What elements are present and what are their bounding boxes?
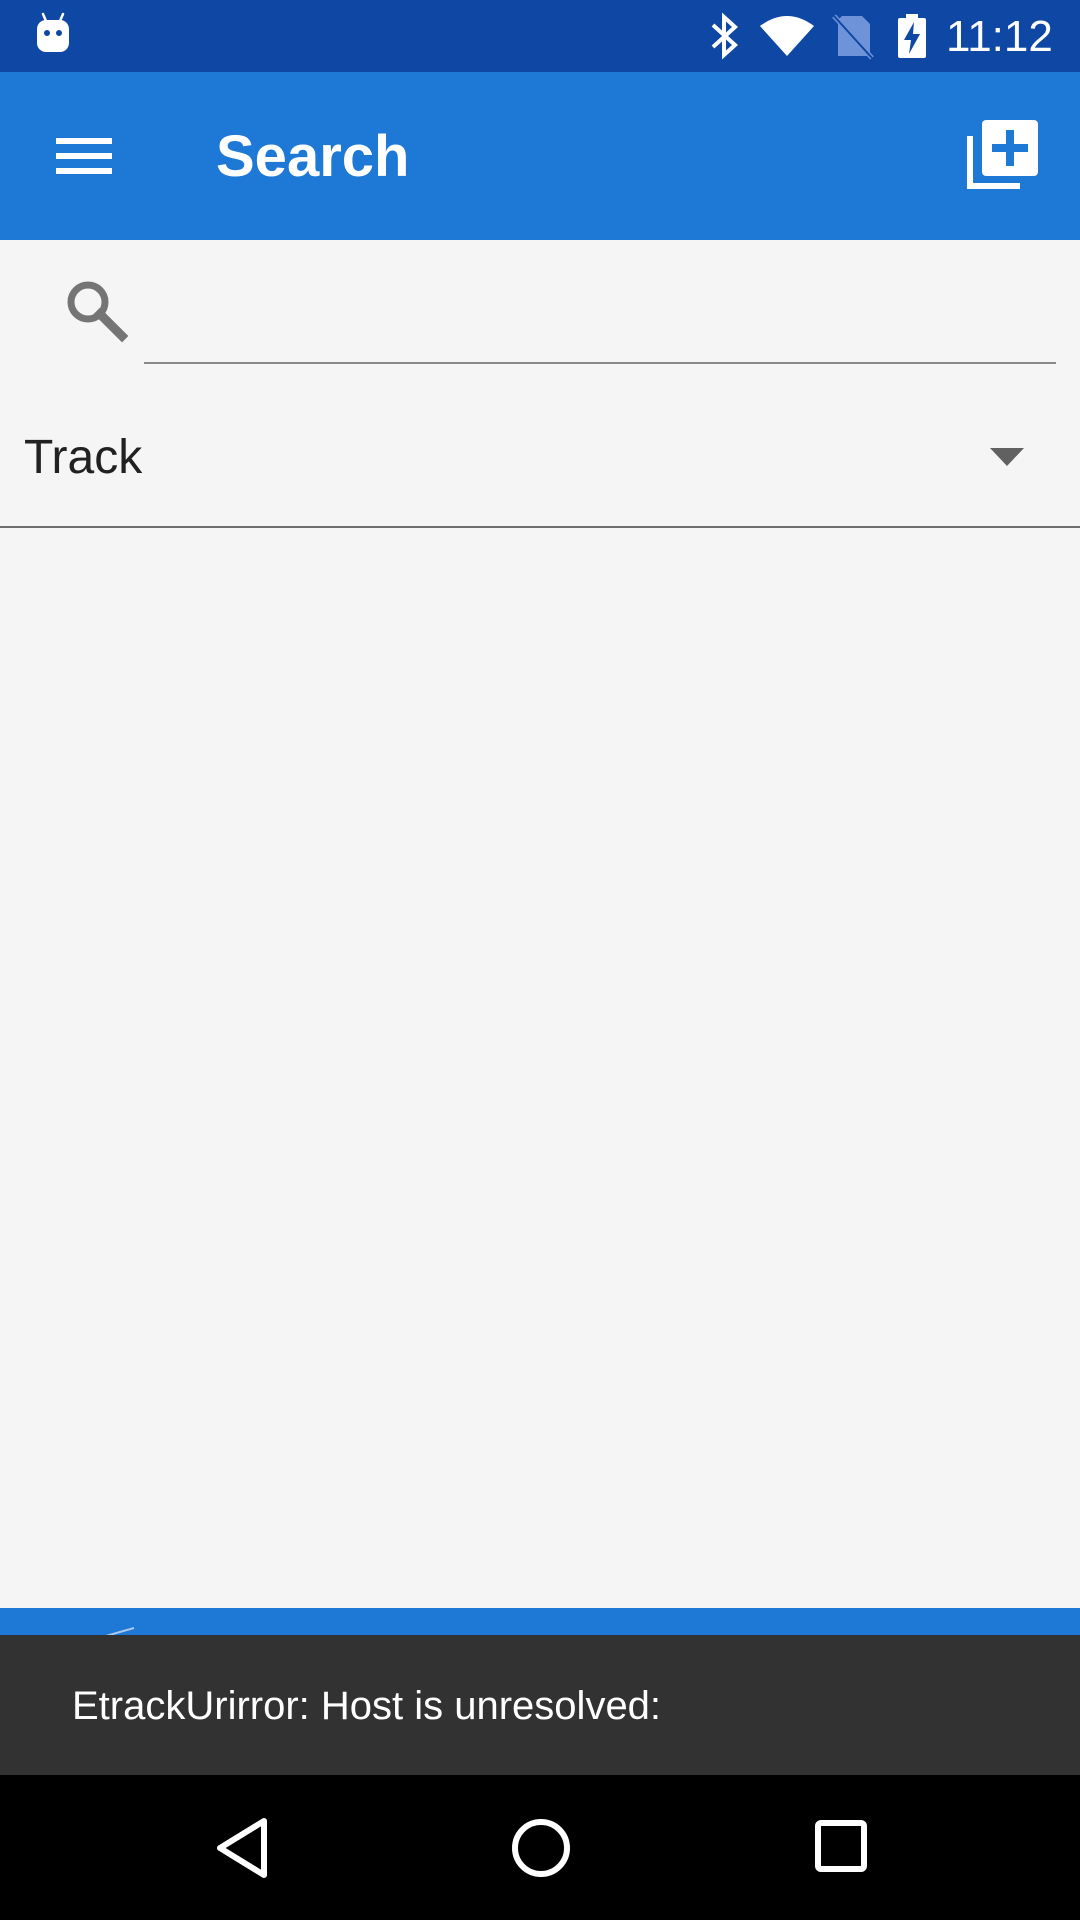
screen: 11:12 Search Track EtrackUrirror: Host i… (0, 0, 1080, 1920)
wifi-icon (760, 16, 814, 56)
status-bar: 11:12 (0, 0, 1080, 72)
back-icon[interactable] (212, 1815, 272, 1881)
bottom-player-bar (0, 1608, 1080, 1638)
no-sim-icon (832, 14, 874, 60)
page-title: Search (216, 124, 410, 189)
add-to-library-button[interactable] (966, 116, 1042, 192)
app-bar: Search (0, 72, 1080, 240)
spinner-selected-value: Track (24, 431, 143, 484)
snackbar: EtrackUrirror: Host is unresolved: (0, 1635, 1080, 1775)
results-area (0, 530, 1080, 1608)
battery-charging-icon (898, 14, 926, 58)
bluetooth-icon (711, 12, 738, 60)
navigation-bar (0, 1775, 1080, 1920)
menu-button[interactable] (40, 112, 128, 200)
search-input[interactable] (144, 270, 1056, 364)
recents-icon[interactable] (814, 1819, 868, 1873)
hamburger-menu-icon (56, 138, 112, 174)
android-notification-icon (37, 12, 69, 52)
snackbar-message: EtrackUrirror: Host is unresolved: (72, 1684, 662, 1728)
home-icon[interactable] (510, 1817, 572, 1879)
search-icon (67, 281, 129, 343)
add-to-library-icon (967, 120, 1038, 189)
dropdown-arrow-icon (990, 448, 1024, 466)
status-clock: 11:12 (946, 12, 1053, 61)
search-type-spinner[interactable]: Track (0, 388, 1080, 528)
